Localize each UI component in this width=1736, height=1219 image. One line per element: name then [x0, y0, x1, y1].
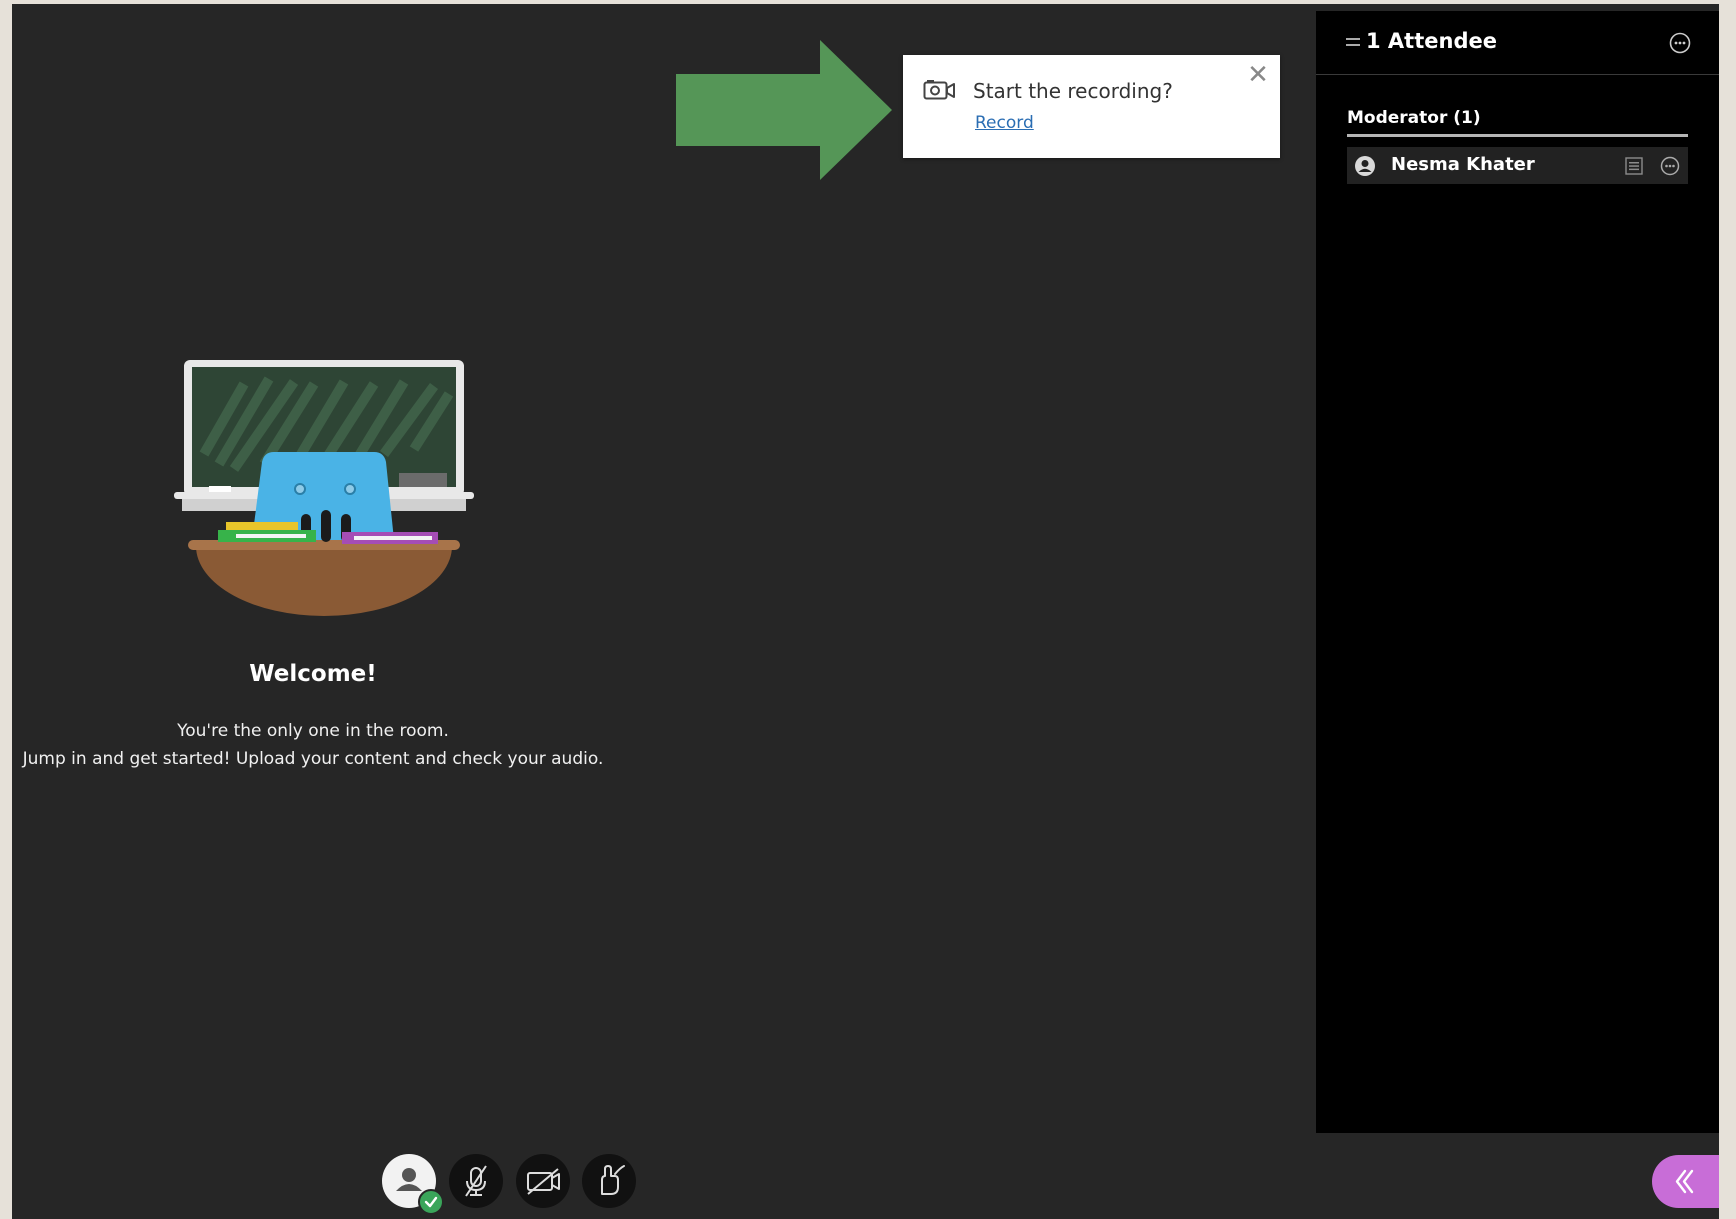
welcome-line-2: Jump in and get started! Upload your con…	[22, 749, 604, 769]
list-icon[interactable]	[1625, 157, 1643, 175]
attendee-name: Nesma Khater	[1391, 154, 1535, 175]
camera-icon	[923, 80, 955, 100]
welcome-classroom-illustration	[174, 360, 474, 616]
camera-off-icon	[527, 1168, 560, 1195]
green-pointer-arrow	[676, 40, 892, 180]
more-options-icon[interactable]	[1669, 32, 1691, 54]
microphone-off-button[interactable]	[449, 1154, 503, 1208]
recording-prompt: Start the recording? Record ✕	[903, 55, 1280, 158]
raise-hand-icon	[601, 1165, 625, 1195]
open-collaborate-panel-button[interactable]	[1652, 1155, 1719, 1208]
welcome-message: You're the only one in the room. Jump in…	[12, 717, 614, 773]
user-avatar-icon	[1355, 156, 1375, 176]
menu-icon[interactable]	[1346, 37, 1360, 47]
attendee-count-title: 1 Attendee	[1366, 29, 1497, 53]
raise-hand-button[interactable]	[582, 1154, 636, 1208]
attendees-panel-header: 1 Attendee	[1316, 11, 1719, 75]
chevron-double-left-icon	[1675, 1169, 1694, 1194]
recording-prompt-title: Start the recording?	[973, 79, 1173, 103]
attendee-options-icon[interactable]	[1660, 156, 1680, 176]
moderator-group-label: Moderator (1)	[1347, 108, 1481, 128]
attendees-panel: 1 Attendee Moderator (1) Nesma Khater	[1316, 11, 1719, 1133]
record-link[interactable]: Record	[975, 113, 1034, 133]
status-check-icon	[418, 1189, 444, 1215]
welcome-title: Welcome!	[249, 661, 377, 687]
group-divider	[1347, 134, 1688, 137]
close-icon[interactable]: ✕	[1246, 62, 1270, 88]
camera-off-button[interactable]	[516, 1154, 570, 1208]
microphone-off-icon	[465, 1165, 487, 1197]
attendee-row[interactable]: Nesma Khater	[1347, 147, 1688, 184]
welcome-line-1: You're the only one in the room.	[177, 721, 449, 741]
